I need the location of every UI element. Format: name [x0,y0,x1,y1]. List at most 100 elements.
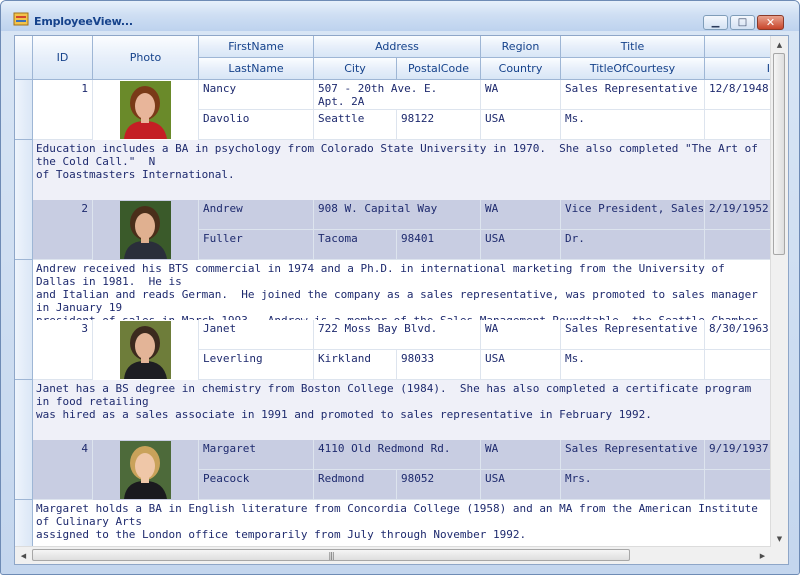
cell-id[interactable]: 1 [33,80,93,140]
cell-postalcode[interactable]: 98401 [397,230,481,260]
column-header-city[interactable]: City [314,58,397,80]
cell-photo[interactable] [93,200,199,260]
cell-id[interactable]: 4 [33,440,93,500]
app-icon [13,12,29,26]
column-header-next-partial[interactable]: I [705,58,771,80]
cell-city[interactable]: Redmond [314,470,397,500]
cell-title[interactable]: Vice President, Sales [561,200,705,230]
cell-notes[interactable]: Andrew received his BTS commercial in 19… [33,260,771,320]
cell-postalcode[interactable]: 98122 [397,110,481,140]
cell-firstname[interactable]: Nancy [199,80,314,110]
cell-region[interactable]: WA [481,200,561,230]
cell-titleofcourtesy[interactable]: Dr. [561,230,705,260]
cell-lastname[interactable]: Davolio [199,110,314,140]
column-header-firstname[interactable]: FirstName [199,36,314,58]
column-header-country[interactable]: Country [481,58,561,80]
scroll-right-icon[interactable]: ▶ [754,547,771,564]
cell-region[interactable]: WA [481,80,561,110]
cell-lastname[interactable]: Peacock [199,470,314,500]
cell-lastname[interactable]: Leverling [199,350,314,380]
cell-birthdate[interactable]: 8/30/1963 [705,320,771,350]
row-selector[interactable] [15,200,33,260]
horizontal-scrollbar[interactable]: ◀ ||| ▶ [15,546,771,564]
cell-firstname[interactable]: Janet [199,320,314,350]
column-header-address[interactable]: Address [314,36,481,58]
cell-postalcode[interactable]: 98052 [397,470,481,500]
cell-address[interactable]: 507 - 20th Ave. E. Apt. 2A [314,80,481,110]
column-header-title[interactable]: Title [561,36,705,58]
column-header-photo[interactable]: Photo [93,36,199,80]
horizontal-scroll-thumb[interactable]: ||| [32,549,630,561]
cell-postalcode[interactable]: 98033 [397,350,481,380]
cell-empty[interactable] [705,230,771,260]
cell-id[interactable]: 2 [33,200,93,260]
cell-country[interactable]: USA [481,110,561,140]
cell-country[interactable]: USA [481,350,561,380]
close-icon: ✕ [765,16,776,29]
column-header-region[interactable]: Region [481,36,561,58]
cell-region[interactable]: WA [481,320,561,350]
cell-title[interactable]: Sales Representative [561,440,705,470]
cell-birthdate[interactable]: 2/19/1952 [705,200,771,230]
cell-birthdate[interactable]: 12/8/1948 [705,80,771,110]
row-selector[interactable] [15,320,33,380]
cell-title[interactable]: Sales Representative [561,80,705,110]
column-header-titleofcourtesy[interactable]: TitleOfCourtesy [561,58,705,80]
row-selector-detail[interactable] [15,260,33,320]
scroll-left-icon[interactable]: ◀ [15,547,32,564]
cell-firstname[interactable]: Andrew [199,200,314,230]
cell-title[interactable]: Sales Representative [561,320,705,350]
cell-city[interactable]: Seattle [314,110,397,140]
cell-country[interactable]: USA [481,230,561,260]
cell-address[interactable]: 722 Moss Bay Blvd. [314,320,481,350]
cell-photo[interactable] [93,440,199,500]
cell-notes[interactable]: Education includes a BA in psychology fr… [33,140,771,200]
row-selector-detail[interactable] [15,140,33,200]
vertical-scrollbar[interactable]: ▲ ▼ [770,36,788,547]
employee-photo [120,321,171,379]
cell-city[interactable]: Tacoma [314,230,397,260]
cell-titleofcourtesy[interactable]: Ms. [561,350,705,380]
cell-region[interactable]: WA [481,440,561,470]
maximize-button[interactable]: □ [730,15,755,30]
cell-photo[interactable] [93,80,199,140]
cell-empty[interactable] [705,470,771,500]
employee-view-window: EmployeeView... ▁ □ ✕ ID Photo FirstName… [0,0,800,575]
minimize-icon: ▁ [711,16,720,28]
row-selector-detail[interactable] [15,380,33,440]
size-grip-icon[interactable] [771,547,788,564]
vertical-scroll-thumb[interactable] [773,53,785,255]
header-corner [15,36,33,80]
employee-grid[interactable]: ID Photo FirstName LastName Address City… [14,35,789,565]
cell-empty[interactable] [705,110,771,140]
row-selector[interactable] [15,80,33,140]
cell-lastname[interactable]: Fuller [199,230,314,260]
cell-photo[interactable] [93,320,199,380]
cell-city[interactable]: Kirkland [314,350,397,380]
column-header-birthdate-partial[interactable] [705,36,771,58]
employee-photo [120,81,171,139]
cell-empty[interactable] [705,350,771,380]
employee-photo [120,441,171,499]
employee-photo [120,201,171,259]
cell-country[interactable]: USA [481,470,561,500]
minimize-button[interactable]: ▁ [703,15,728,30]
row-selector[interactable] [15,440,33,500]
title-bar[interactable]: EmployeeView... ▁ □ ✕ [1,1,799,31]
cell-address[interactable]: 908 W. Capital Way [314,200,481,230]
scroll-up-icon[interactable]: ▲ [771,36,788,53]
cell-titleofcourtesy[interactable]: Mrs. [561,470,705,500]
cell-notes[interactable]: Janet has a BS degree in chemistry from … [33,380,771,440]
cell-firstname[interactable]: Margaret [199,440,314,470]
cell-address[interactable]: 4110 Old Redmond Rd. [314,440,481,470]
scroll-grip-icon: ||| [328,550,334,560]
column-header-lastname[interactable]: LastName [199,58,314,80]
cell-titleofcourtesy[interactable]: Ms. [561,110,705,140]
cell-id[interactable]: 3 [33,320,93,380]
scroll-down-icon[interactable]: ▼ [771,530,788,547]
column-header-postalcode[interactable]: PostalCode [397,58,481,80]
close-button[interactable]: ✕ [757,15,784,30]
maximize-icon: □ [737,16,748,28]
cell-birthdate[interactable]: 9/19/1937 [705,440,771,470]
column-header-id[interactable]: ID [33,36,93,80]
